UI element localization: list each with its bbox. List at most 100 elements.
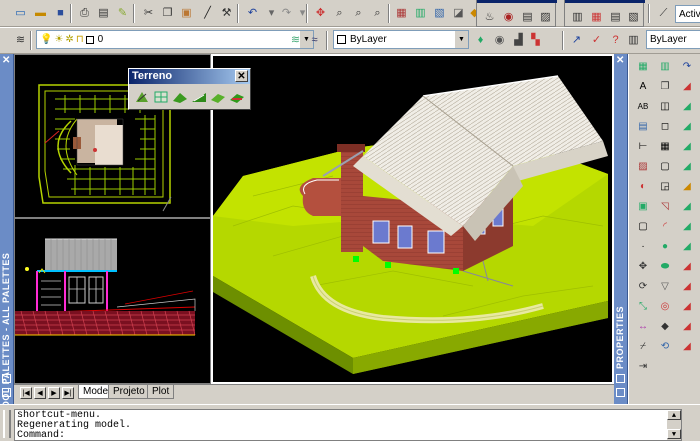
fillet-icon[interactable]: ◜ <box>656 218 674 235</box>
lineweight-icon[interactable]: ⟋ <box>655 5 672 21</box>
solid-intersect-icon[interactable]: ◢ <box>678 158 696 175</box>
designcenter-icon[interactable]: ▥ <box>412 5 429 21</box>
terrain-section-icon[interactable] <box>229 89 245 105</box>
redo-arrow-icon[interactable]: ↷ <box>678 58 696 75</box>
layer-manager-icon[interactable]: ≋ <box>12 32 29 48</box>
cut-icon[interactable]: ✂ <box>140 5 157 21</box>
tool-palettes-strip[interactable]: ✕ TOOL PALETTES - ALL PALETTES <box>0 54 14 414</box>
command-line[interactable]: shortcut-menu. Regenerating model. Comma… <box>14 409 682 441</box>
terrain-grid-icon[interactable] <box>153 89 169 105</box>
solid-taper-icon[interactable]: ◢ <box>678 298 696 315</box>
sphere-icon[interactable]: ● <box>656 238 674 255</box>
mirror-icon[interactable]: ◫ <box>656 98 674 115</box>
menu-icon[interactable] <box>2 388 11 397</box>
save-icon[interactable]: ■ <box>52 5 69 21</box>
solid-slice-icon[interactable]: ◢ <box>678 178 696 195</box>
tab-next-button[interactable]: ▶ <box>48 387 60 399</box>
torus-icon[interactable]: ◎ <box>656 298 674 315</box>
area-icon[interactable]: ▦ <box>588 9 605 25</box>
make-layer-current-icon[interactable]: ≋ <box>287 32 304 48</box>
copy-icon[interactable]: ❐ <box>159 5 176 21</box>
wipeout-icon[interactable]: ▚ <box>527 32 544 48</box>
pan-icon[interactable]: ✥ <box>312 5 329 21</box>
color-combo[interactable]: ByLayer ▼ <box>333 30 469 49</box>
solid-check-icon[interactable]: ◢ <box>678 278 696 295</box>
tab-last-button[interactable]: ▶| <box>62 387 74 399</box>
text-icon[interactable]: A <box>634 78 652 95</box>
table-icon[interactable]: ▤ <box>634 118 652 135</box>
zoom-window-icon[interactable]: ⌕ <box>350 5 367 21</box>
preview-icon[interactable]: ▤ <box>95 5 112 21</box>
cone-icon[interactable]: ▽ <box>656 278 674 295</box>
xbind-icon[interactable]: ✓ <box>588 32 605 48</box>
redo-dropdown-icon[interactable]: ▾ <box>294 5 311 21</box>
blockeditor-icon[interactable]: ⚒ <box>218 5 235 21</box>
copy-object-icon[interactable]: ❐ <box>656 78 674 95</box>
solid-subtract-icon[interactable]: ◢ <box>678 138 696 155</box>
viewport-3d-model[interactable] <box>211 54 614 384</box>
layer-toggle-icon[interactable]: ▥ <box>656 58 674 75</box>
solid-imprint-icon[interactable]: ◢ <box>678 318 696 335</box>
mtext-icon[interactable]: AB <box>634 98 652 115</box>
erase-icon[interactable]: ▢ <box>656 158 674 175</box>
solid-interfere-icon[interactable]: ◢ <box>678 218 696 235</box>
terrain-point-icon[interactable] <box>134 89 150 105</box>
move-icon[interactable]: ✥ <box>634 258 652 275</box>
boundary-icon[interactable]: ▢ <box>634 218 652 235</box>
command-scrollbar[interactable]: ▲ ▼ <box>667 410 681 440</box>
matchprop-icon[interactable]: ╱ <box>199 5 216 21</box>
close-icon[interactable]: ✕ <box>2 55 10 66</box>
draworder-icon[interactable]: ▟ <box>510 32 527 48</box>
tab-plot[interactable]: Plot <box>147 385 175 399</box>
orbit-icon[interactable]: ♨ <box>481 9 498 25</box>
toolpalettes-icon[interactable]: ▧ <box>431 5 448 21</box>
close-icon[interactable]: ✕ <box>235 70 248 82</box>
hatch-icon[interactable]: ▨ <box>634 158 652 175</box>
offset-icon[interactable]: ◻ <box>656 118 674 135</box>
menu-icon[interactable] <box>616 388 625 397</box>
plot-icon[interactable]: ⎙ <box>76 5 93 21</box>
viewport-elevation[interactable] <box>14 218 211 384</box>
layer-previous-icon[interactable]: ≈ <box>306 32 323 48</box>
extend-icon[interactable]: ⇥ <box>634 358 652 375</box>
layer-combo[interactable]: 💡 ☀ ✲ ⊓ 0 ▼ <box>36 30 314 49</box>
terrain-contour-icon[interactable] <box>172 89 188 105</box>
region-icon[interactable]: ▣ <box>634 198 652 215</box>
properties-toggle-icon[interactable] <box>2 374 11 383</box>
sheet-icon[interactable]: ▥ <box>625 32 642 48</box>
scroll-up-icon[interactable]: ▲ <box>667 410 681 420</box>
zoom-previous-icon[interactable]: ⌕ <box>369 5 386 21</box>
chevron-down-icon[interactable]: ▼ <box>454 31 468 48</box>
close-icon[interactable]: ✕ <box>616 55 624 66</box>
wedge-icon[interactable]: ◆ <box>656 318 674 335</box>
distance-icon[interactable]: ▥ <box>569 9 586 25</box>
display-order-icon[interactable]: ◉ <box>491 32 508 48</box>
zoom-realtime-icon[interactable]: ⌕ <box>331 5 348 21</box>
properties-strip[interactable]: ✕ PROPERTIES <box>614 54 628 404</box>
solid-union-icon[interactable]: ◢ <box>678 118 696 135</box>
scale-icon[interactable]: ⤡ <box>634 298 652 315</box>
list-icon[interactable]: ▤ <box>607 9 624 25</box>
solid-extrude-icon[interactable]: ◢ <box>678 98 696 115</box>
break-icon[interactable]: ◲ <box>656 178 674 195</box>
publish-icon[interactable]: ✎ <box>114 5 131 21</box>
solid-box-icon[interactable]: ◢ <box>678 78 696 95</box>
ucs-icon[interactable]: ▨ <box>537 9 554 25</box>
properties-icon[interactable]: ▦ <box>393 5 410 21</box>
redo-icon[interactable]: ↷ <box>278 5 295 21</box>
undo-icon[interactable]: ↶ <box>244 5 261 21</box>
stretch-icon[interactable]: ↔ <box>634 318 652 335</box>
insert-block-icon[interactable]: ▦ <box>634 58 652 75</box>
solid-shell-icon[interactable]: ◢ <box>678 258 696 275</box>
terrain-slope-icon[interactable] <box>191 89 207 105</box>
help-icon[interactable]: ? <box>607 32 624 48</box>
point-icon[interactable]: · <box>634 238 652 255</box>
revolve-icon[interactable]: ⟲ <box>656 338 674 355</box>
paste-icon[interactable]: ▣ <box>178 5 195 21</box>
layer-states-icon[interactable]: ♦ <box>472 32 489 48</box>
terrain-platform-icon[interactable] <box>210 89 226 105</box>
new-icon[interactable]: ▭ <box>12 5 29 21</box>
autohide-icon[interactable] <box>616 374 625 383</box>
rotate-icon[interactable]: ⟳ <box>634 278 652 295</box>
cylinder-icon[interactable]: ⬬ <box>656 258 674 275</box>
